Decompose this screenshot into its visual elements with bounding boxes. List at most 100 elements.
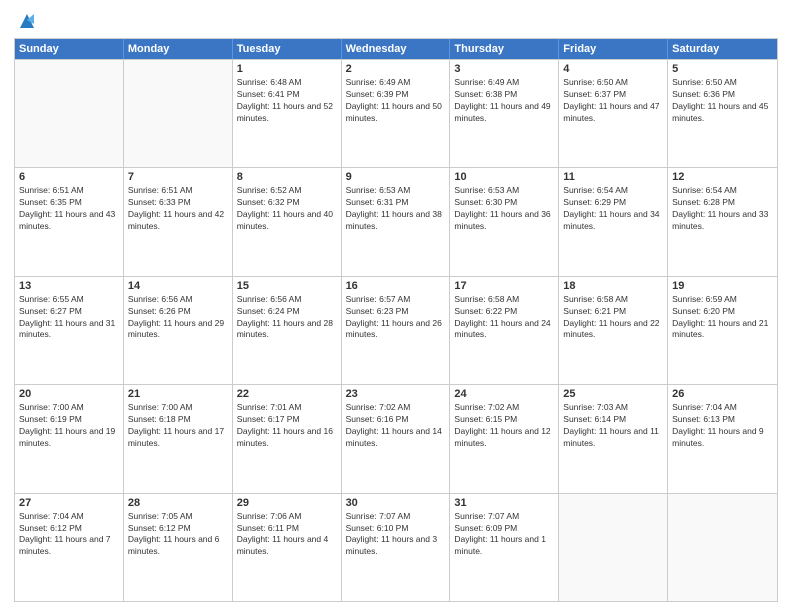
calendar-cell: 24 Sunrise: 7:02 AMSunset: 6:15 PMDayligh… <box>450 385 559 492</box>
cell-info: Sunrise: 6:51 AMSunset: 6:35 PMDaylight:… <box>19 185 119 233</box>
calendar-cell <box>124 60 233 167</box>
day-number: 4 <box>563 63 663 75</box>
cell-info: Sunrise: 7:02 AMSunset: 6:16 PMDaylight:… <box>346 402 446 450</box>
calendar-cell <box>559 494 668 601</box>
cell-info: Sunrise: 7:06 AMSunset: 6:11 PMDaylight:… <box>237 511 337 559</box>
calendar-cell: 29 Sunrise: 7:06 AMSunset: 6:11 PMDayligh… <box>233 494 342 601</box>
calendar-cell: 28Sunrise: 7:05 AMSunset: 6:12 PMDayligh… <box>124 494 233 601</box>
calendar-cell: 21 Sunrise: 7:00 AMSunset: 6:18 PMDayligh… <box>124 385 233 492</box>
day-number: 12 <box>672 171 773 183</box>
cell-info: Sunrise: 7:03 AMSunset: 6:14 PMDaylight:… <box>563 402 663 450</box>
calendar-cell: 31 Sunrise: 7:07 AMSunset: 6:09 PMDayligh… <box>450 494 559 601</box>
calendar-body: 1 Sunrise: 6:48 AMSunset: 6:41 PMDaylight… <box>15 59 777 601</box>
day-number: 13 <box>19 280 119 292</box>
calendar-cell: 1 Sunrise: 6:48 AMSunset: 6:41 PMDaylight… <box>233 60 342 167</box>
calendar-cell: 2 Sunrise: 6:49 AMSunset: 6:39 PMDaylight… <box>342 60 451 167</box>
cell-info: Sunrise: 6:57 AMSunset: 6:23 PMDaylight:… <box>346 294 446 342</box>
calendar-row-1: 6 Sunrise: 6:51 AMSunset: 6:35 PMDaylight… <box>15 167 777 275</box>
calendar: SundayMondayTuesdayWednesdayThursdayFrid… <box>14 38 778 602</box>
day-number: 21 <box>128 388 228 400</box>
cell-info: Sunrise: 6:55 AMSunset: 6:27 PMDaylight:… <box>19 294 119 342</box>
calendar-cell: 5Sunrise: 6:50 AMSunset: 6:36 PMDaylight… <box>668 60 777 167</box>
cell-info: Sunrise: 7:01 AMSunset: 6:17 PMDaylight:… <box>237 402 337 450</box>
calendar-cell: 11 Sunrise: 6:54 AMSunset: 6:29 PMDayligh… <box>559 168 668 275</box>
cell-info: Sunrise: 7:04 AMSunset: 6:13 PMDaylight:… <box>672 402 773 450</box>
cell-info: Sunrise: 6:49 AMSunset: 6:38 PMDaylight:… <box>454 77 554 125</box>
day-number: 17 <box>454 280 554 292</box>
cell-info: Sunrise: 6:58 AMSunset: 6:21 PMDaylight:… <box>563 294 663 342</box>
calendar-cell <box>668 494 777 601</box>
calendar-cell: 25Sunrise: 7:03 AMSunset: 6:14 PMDayligh… <box>559 385 668 492</box>
calendar-cell: 8 Sunrise: 6:52 AMSunset: 6:32 PMDaylight… <box>233 168 342 275</box>
calendar-cell: 18 Sunrise: 6:58 AMSunset: 6:21 PMDayligh… <box>559 277 668 384</box>
calendar-cell: 6 Sunrise: 6:51 AMSunset: 6:35 PMDaylight… <box>15 168 124 275</box>
weekday-header-thursday: Thursday <box>450 39 559 59</box>
day-number: 20 <box>19 388 119 400</box>
day-number: 22 <box>237 388 337 400</box>
calendar-cell: 4Sunrise: 6:50 AMSunset: 6:37 PMDaylight… <box>559 60 668 167</box>
calendar-row-3: 20 Sunrise: 7:00 AMSunset: 6:19 PMDayligh… <box>15 384 777 492</box>
day-number: 19 <box>672 280 773 292</box>
calendar-cell: 10 Sunrise: 6:53 AMSunset: 6:30 PMDayligh… <box>450 168 559 275</box>
calendar-header: SundayMondayTuesdayWednesdayThursdayFrid… <box>15 39 777 59</box>
calendar-cell: 19Sunrise: 6:59 AMSunset: 6:20 PMDayligh… <box>668 277 777 384</box>
calendar-cell: 13 Sunrise: 6:55 AMSunset: 6:27 PMDayligh… <box>15 277 124 384</box>
cell-info: Sunrise: 6:53 AMSunset: 6:30 PMDaylight:… <box>454 185 554 233</box>
calendar-cell: 14Sunrise: 6:56 AMSunset: 6:26 PMDayligh… <box>124 277 233 384</box>
calendar-row-2: 13 Sunrise: 6:55 AMSunset: 6:27 PMDayligh… <box>15 276 777 384</box>
day-number: 24 <box>454 388 554 400</box>
day-number: 16 <box>346 280 446 292</box>
day-number: 5 <box>672 63 773 75</box>
day-number: 2 <box>346 63 446 75</box>
day-number: 15 <box>237 280 337 292</box>
cell-info: Sunrise: 6:54 AMSunset: 6:28 PMDaylight:… <box>672 185 773 233</box>
cell-info: Sunrise: 6:49 AMSunset: 6:39 PMDaylight:… <box>346 77 446 125</box>
day-number: 10 <box>454 171 554 183</box>
cell-info: Sunrise: 6:53 AMSunset: 6:31 PMDaylight:… <box>346 185 446 233</box>
cell-info: Sunrise: 7:00 AMSunset: 6:19 PMDaylight:… <box>19 402 119 450</box>
calendar-cell: 22 Sunrise: 7:01 AMSunset: 6:17 PMDayligh… <box>233 385 342 492</box>
calendar-cell <box>15 60 124 167</box>
cell-info: Sunrise: 7:00 AMSunset: 6:18 PMDaylight:… <box>128 402 228 450</box>
cell-info: Sunrise: 6:58 AMSunset: 6:22 PMDaylight:… <box>454 294 554 342</box>
calendar-cell: 27Sunrise: 7:04 AMSunset: 6:12 PMDayligh… <box>15 494 124 601</box>
cell-info: Sunrise: 7:07 AMSunset: 6:09 PMDaylight:… <box>454 511 554 559</box>
day-number: 11 <box>563 171 663 183</box>
day-number: 18 <box>563 280 663 292</box>
logo-icon <box>16 10 38 32</box>
day-number: 31 <box>454 497 554 509</box>
cell-info: Sunrise: 6:54 AMSunset: 6:29 PMDaylight:… <box>563 185 663 233</box>
cell-info: Sunrise: 6:56 AMSunset: 6:26 PMDaylight:… <box>128 294 228 342</box>
calendar-cell: 3 Sunrise: 6:49 AMSunset: 6:38 PMDaylight… <box>450 60 559 167</box>
day-number: 30 <box>346 497 446 509</box>
weekday-header-wednesday: Wednesday <box>342 39 451 59</box>
day-number: 7 <box>128 171 228 183</box>
day-number: 8 <box>237 171 337 183</box>
calendar-cell: 16 Sunrise: 6:57 AMSunset: 6:23 PMDayligh… <box>342 277 451 384</box>
cell-info: Sunrise: 7:02 AMSunset: 6:15 PMDaylight:… <box>454 402 554 450</box>
day-number: 6 <box>19 171 119 183</box>
calendar-cell: 20 Sunrise: 7:00 AMSunset: 6:19 PMDayligh… <box>15 385 124 492</box>
calendar-cell: 7 Sunrise: 6:51 AMSunset: 6:33 PMDaylight… <box>124 168 233 275</box>
day-number: 29 <box>237 497 337 509</box>
cell-info: Sunrise: 6:52 AMSunset: 6:32 PMDaylight:… <box>237 185 337 233</box>
calendar-cell: 26 Sunrise: 7:04 AMSunset: 6:13 PMDayligh… <box>668 385 777 492</box>
cell-info: Sunrise: 6:48 AMSunset: 6:41 PMDaylight:… <box>237 77 337 125</box>
weekday-header-friday: Friday <box>559 39 668 59</box>
cell-info: Sunrise: 6:51 AMSunset: 6:33 PMDaylight:… <box>128 185 228 233</box>
cell-info: Sunrise: 7:04 AMSunset: 6:12 PMDaylight:… <box>19 511 119 559</box>
day-number: 26 <box>672 388 773 400</box>
day-number: 1 <box>237 63 337 75</box>
weekday-header-monday: Monday <box>124 39 233 59</box>
day-number: 3 <box>454 63 554 75</box>
day-number: 9 <box>346 171 446 183</box>
logo <box>14 10 38 32</box>
weekday-header-tuesday: Tuesday <box>233 39 342 59</box>
calendar-cell: 17 Sunrise: 6:58 AMSunset: 6:22 PMDayligh… <box>450 277 559 384</box>
cell-info: Sunrise: 7:07 AMSunset: 6:10 PMDaylight:… <box>346 511 446 559</box>
calendar-cell: 23Sunrise: 7:02 AMSunset: 6:16 PMDayligh… <box>342 385 451 492</box>
calendar-cell: 15 Sunrise: 6:56 AMSunset: 6:24 PMDayligh… <box>233 277 342 384</box>
weekday-header-saturday: Saturday <box>668 39 777 59</box>
cell-info: Sunrise: 6:56 AMSunset: 6:24 PMDaylight:… <box>237 294 337 342</box>
calendar-row-0: 1 Sunrise: 6:48 AMSunset: 6:41 PMDaylight… <box>15 59 777 167</box>
